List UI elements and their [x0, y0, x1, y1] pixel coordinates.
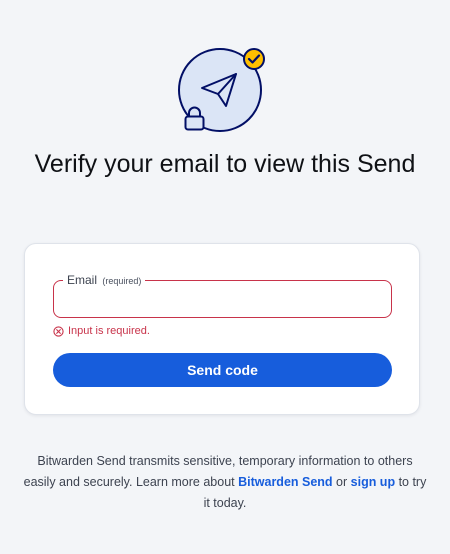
- footer-info: Bitwarden Send transmits sensitive, temp…: [20, 451, 430, 514]
- verify-email-card: Email (required) Input is required. Send…: [24, 243, 420, 415]
- error-text: Input is required.: [68, 325, 150, 337]
- check-badge-icon: [243, 48, 265, 70]
- send-verification-illustration: [178, 44, 268, 134]
- email-input[interactable]: [64, 287, 383, 313]
- paper-plane-icon: [178, 48, 265, 132]
- footer-text-or: or: [332, 475, 351, 489]
- email-error-message: Input is required.: [53, 324, 150, 338]
- page-title: Verify your email to view this Send: [34, 150, 416, 178]
- required-hint: (required): [102, 276, 142, 286]
- email-label-text: Email: [67, 273, 98, 287]
- error-circle-icon: [53, 325, 64, 337]
- send-code-button[interactable]: Send code: [53, 353, 392, 387]
- bitwarden-send-link[interactable]: Bitwarden Send: [238, 475, 332, 489]
- email-field[interactable]: Email (required): [53, 272, 392, 318]
- sign-up-link[interactable]: sign up: [351, 475, 395, 489]
